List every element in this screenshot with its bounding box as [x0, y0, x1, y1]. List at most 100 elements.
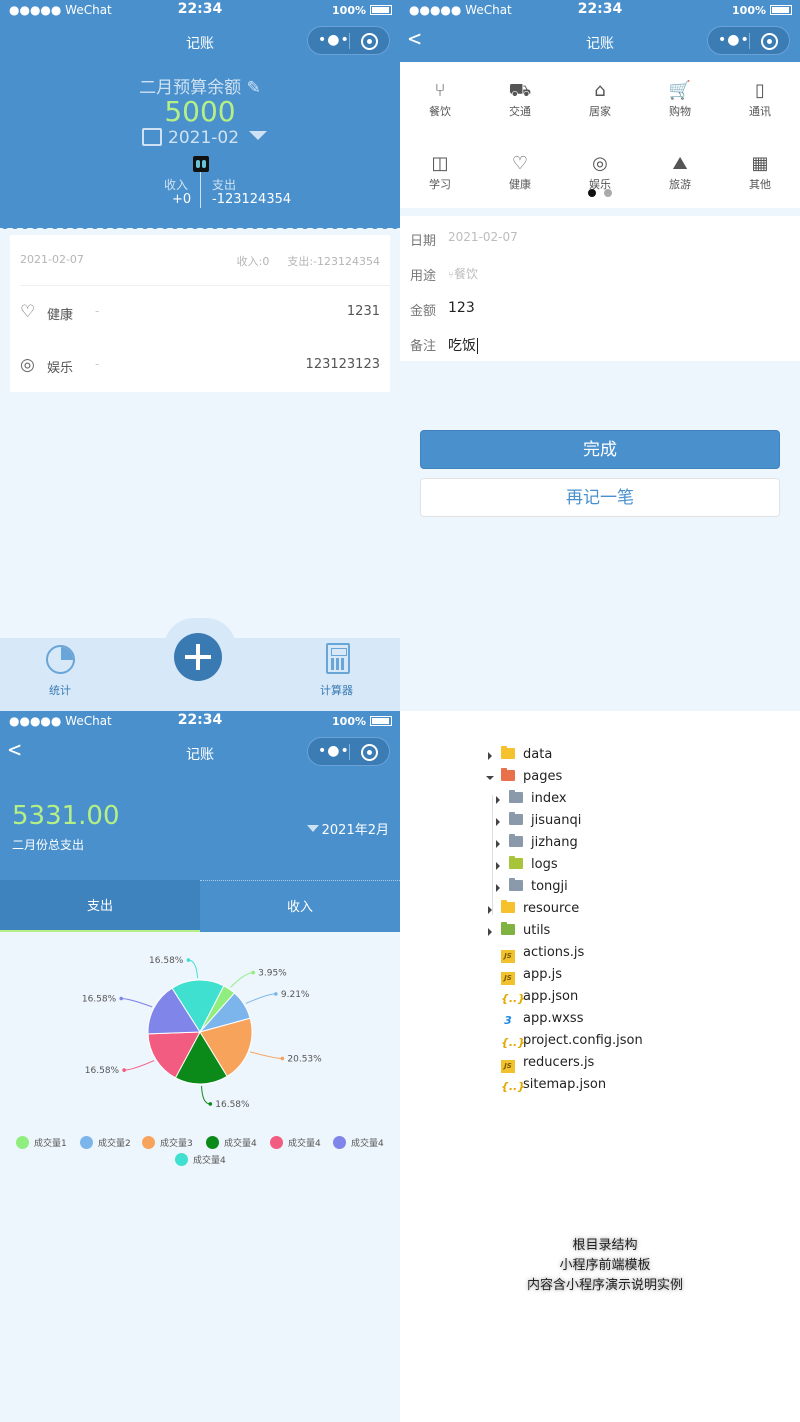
category-transport[interactable]: ⛟ 交通 [480, 80, 560, 119]
category-telecom[interactable]: ▯ 通讯 [720, 80, 800, 119]
collapse-arrow-icon[interactable] [496, 818, 500, 826]
collapse-arrow-icon[interactable] [488, 928, 492, 936]
month-value: 2021-02 [168, 128, 240, 148]
month-picker[interactable]: 2021-02 [142, 128, 268, 148]
folder-item[interactable]: data [488, 746, 552, 769]
category-dining[interactable]: ⑂ 餐饮 [400, 80, 480, 119]
legend-item[interactable]: 成交量4 [175, 1153, 226, 1166]
legend-label: 成交量4 [193, 1156, 226, 1166]
legend-item[interactable]: 成交量4 [333, 1136, 384, 1149]
collapse-arrow-icon[interactable] [496, 840, 500, 848]
pie-chart-icon[interactable] [46, 645, 75, 674]
file-item[interactable]: JS actions.js [501, 945, 584, 967]
collapse-arrow-icon[interactable] [496, 884, 500, 892]
category-home[interactable]: ⌂ 居家 [560, 80, 640, 119]
mini-program-capsule: •●• [307, 737, 390, 766]
page-dot-active[interactable] [588, 189, 596, 197]
folder-item[interactable]: jisuanqi [496, 812, 581, 835]
house-icon: ⌂ [594, 80, 606, 101]
done-button[interactable]: 完成 [420, 430, 780, 469]
file-item[interactable]: {..}sitemap.json [501, 1077, 606, 1099]
month-picker[interactable]: 2021年2月 [306, 819, 389, 838]
date-value[interactable]: 2021-02-07 [448, 230, 518, 244]
record-row[interactable]: ♡ 健康 - 1231 [20, 298, 380, 328]
close-program-button[interactable] [761, 33, 778, 50]
slice-label: 9.21% [281, 990, 310, 1000]
collapse-arrow-icon[interactable] [488, 906, 492, 914]
item-name: resource [523, 901, 580, 916]
file-item[interactable]: JS app.js [501, 967, 562, 989]
tab-calculator-label[interactable]: 计算器 [320, 682, 353, 698]
label-leader-line [121, 997, 153, 1008]
month-value: 2021年2月 [321, 823, 389, 838]
use-value[interactable]: ⑂餐饮 [448, 265, 478, 282]
tab-income[interactable]: 收入 [200, 880, 400, 932]
amount-field[interactable]: 金额 123 [410, 298, 790, 320]
close-program-button[interactable] [361, 33, 378, 50]
close-program-button[interactable] [361, 744, 378, 761]
folder-item[interactable]: utils [488, 922, 550, 945]
grid-icon: ▦ [751, 153, 769, 174]
file-item[interactable]: {..}app.json [501, 989, 578, 1011]
category-shopping[interactable]: 🛒 购物 [640, 80, 720, 119]
folder-item[interactable]: logs [496, 856, 558, 879]
book-icon: ◫ [431, 153, 449, 174]
amount-input[interactable]: 123 [448, 300, 475, 316]
collapse-arrow-icon[interactable] [488, 752, 492, 760]
capsule-divider [749, 33, 750, 49]
folder-item[interactable]: resource [488, 900, 580, 923]
record-category: 娱乐 [47, 361, 74, 376]
battery-percent: 100% [332, 715, 366, 728]
tab-expense[interactable]: 支出 [0, 880, 200, 932]
legend-item[interactable]: 成交量2 [80, 1136, 131, 1149]
page-dot[interactable] [604, 189, 612, 197]
collapse-arrow-icon[interactable] [496, 796, 500, 804]
file-item[interactable]: {..}project.config.json [501, 1033, 643, 1055]
folder-item[interactable]: tongji [496, 878, 568, 901]
folder-item[interactable]: index [496, 790, 567, 813]
category-health[interactable]: ♡ 健康 [480, 153, 560, 192]
file-item[interactable]: 3 app.wxss [501, 1011, 583, 1033]
category-grid: ⑂ 餐饮 ⛟ 交通 ⌂ 居家 🛒 购物 ▯ 通讯 ◫ 学习 ♡ 健康 ◎ 娱乐 ⛰ 旅游 ▦ 其他 [400, 62, 800, 208]
item-name: logs [531, 857, 558, 872]
text-cursor [477, 338, 478, 354]
category-study[interactable]: ◫ 学习 [400, 153, 480, 192]
collapse-arrow-icon[interactable] [496, 862, 500, 870]
legend-item[interactable]: 成交量4 [206, 1136, 257, 1149]
category-entertainment[interactable]: ◎ 娱乐 [560, 153, 640, 192]
folder-item[interactable]: pages [486, 768, 562, 791]
more-button[interactable]: •●• [318, 32, 350, 48]
legend-item[interactable]: 成交量4 [270, 1136, 321, 1149]
file-item[interactable]: JS reducers.js [501, 1055, 594, 1077]
record-row[interactable]: ◎ 娱乐 - 123123123 [20, 351, 380, 381]
item-name: actions.js [523, 945, 585, 960]
slice-label: 16.58% [82, 994, 117, 1004]
calculator-icon[interactable] [326, 643, 350, 674]
category-other[interactable]: ▦ 其他 [720, 153, 800, 192]
slice-label: 16.58% [215, 1100, 250, 1110]
note-field[interactable]: 备注 吃饭 [410, 333, 790, 355]
more-button[interactable]: •●• [718, 32, 750, 48]
legend-swatch [175, 1153, 188, 1166]
legend-swatch [80, 1136, 93, 1149]
legend-item[interactable]: 成交量3 [142, 1136, 193, 1149]
expand-arrow-icon[interactable] [486, 776, 494, 780]
category-travel[interactable]: ⛰ 旅游 [640, 153, 720, 192]
label-dot [280, 1056, 285, 1061]
folder-icon [501, 900, 515, 913]
folder-item[interactable]: jizhang [496, 834, 578, 857]
add-record-button[interactable] [174, 633, 222, 681]
mini-program-capsule: •●• [707, 26, 790, 55]
folder-icon [501, 922, 515, 935]
home-screen: ●●●●● WeChat 22:34 100% 记账 •●• 二月预算余额 ✎ … [0, 0, 400, 711]
item-name: jizhang [531, 835, 578, 850]
legend-item[interactable]: 成交量1 [16, 1136, 67, 1149]
label-leader-line [245, 993, 276, 1004]
note-input[interactable]: 吃饭 [448, 335, 478, 355]
folder-icon [509, 790, 523, 803]
more-button[interactable]: •●• [318, 743, 350, 759]
tab-stats-label[interactable]: 统计 [49, 682, 71, 698]
date-field[interactable]: 日期 2021-02-07 [410, 228, 790, 250]
add-another-button[interactable]: 再记一笔 [420, 478, 780, 517]
use-field[interactable]: 用途 ⑂餐饮 [410, 263, 790, 285]
